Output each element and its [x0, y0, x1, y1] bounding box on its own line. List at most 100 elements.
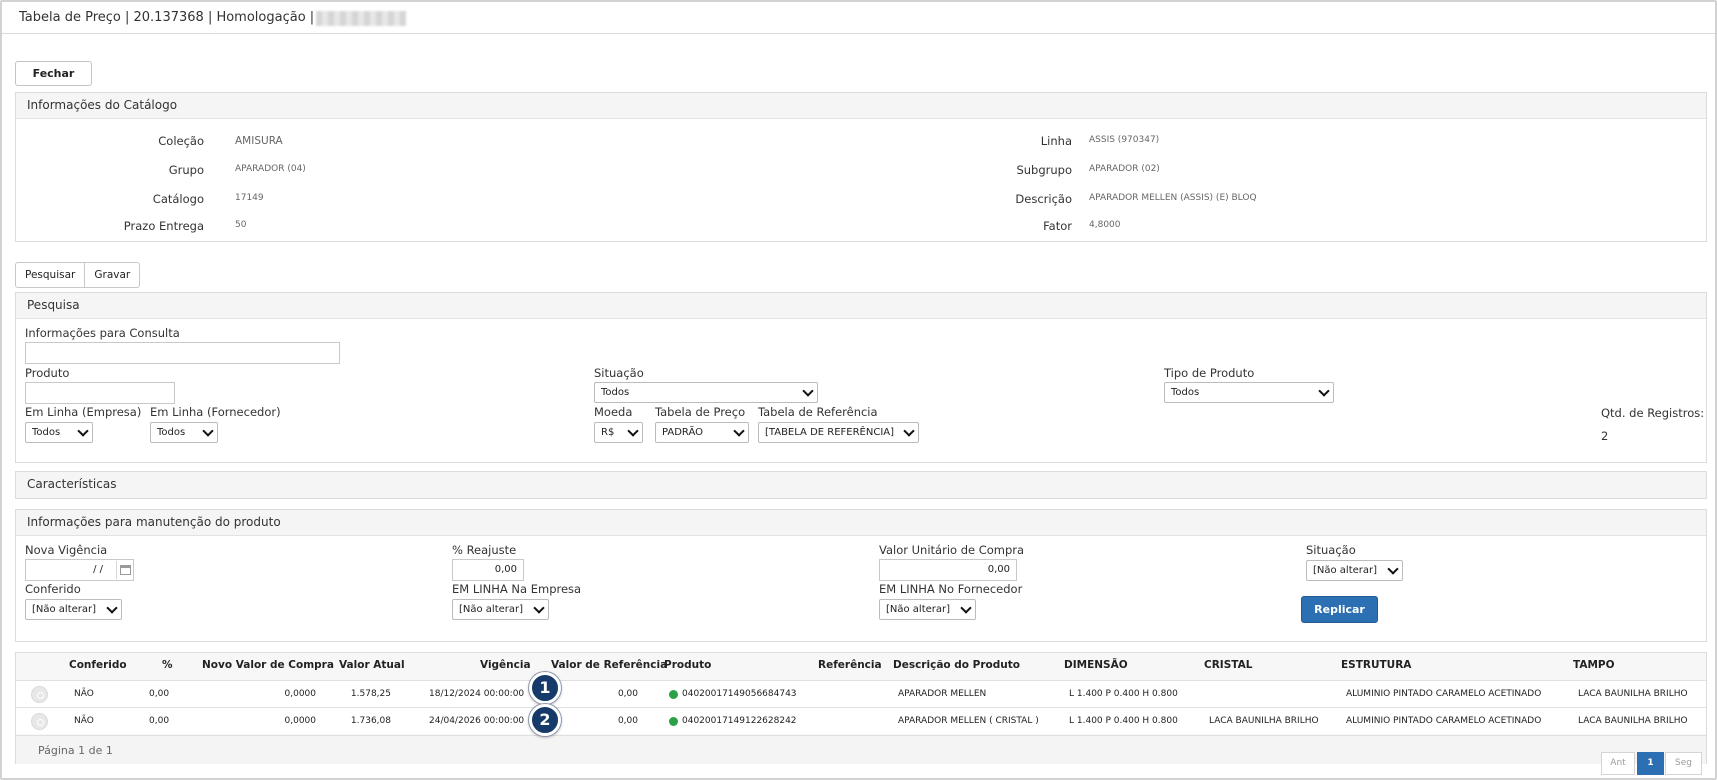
descricao-label: Descrição — [1015, 192, 1072, 206]
cell-novo-valor: 0,0000 — [284, 689, 317, 699]
table-row[interactable]: NÃO 0,00 0,0000 1.736,08 24/04/2026 00:0… — [16, 707, 1706, 734]
replicar-button[interactable]: Replicar — [1301, 596, 1378, 623]
cell-descricao: APARADOR MELLEN ( CRISTAL ) — [898, 716, 1039, 726]
caracteristicas-panel[interactable]: Características — [15, 471, 1707, 499]
pager-current[interactable]: 1 — [1637, 752, 1664, 775]
situacao-manut-label: Situação — [1306, 543, 1356, 557]
catalog-panel: Informações do Catálogo Coleção AMISURA … — [15, 92, 1707, 242]
produto-label: Produto — [25, 366, 70, 380]
cell-tampo: LACA BAUNILHA BRILHO — [1578, 689, 1688, 699]
col-estrutura[interactable]: ESTRUTURA — [1341, 659, 1411, 671]
moeda-label: Moeda — [594, 405, 633, 419]
cell-valor-ref: 0,00 — [617, 716, 638, 726]
moeda-select[interactable]: R$ — [594, 422, 643, 443]
cell-vigencia: 18/12/2024 00:00:00 — [429, 689, 525, 699]
prazo-entrega-label: Prazo Entrega — [123, 219, 204, 233]
cell-dimensao: L 1.400 P 0.400 H 0.800 — [1069, 689, 1178, 699]
caracteristicas-header: Características — [16, 472, 1706, 498]
em-linha-empresa-select[interactable]: Todos — [25, 422, 93, 443]
chevron-down-icon — [802, 385, 814, 397]
search-icon[interactable] — [31, 686, 48, 703]
em-linha-fornecedor-manut-value: [Não alterar] — [886, 604, 951, 615]
chevron-down-icon — [106, 602, 118, 614]
tab-pesquisar[interactable]: Pesquisar — [15, 262, 86, 288]
search-icon[interactable] — [31, 713, 48, 730]
status-dot-icon — [669, 690, 678, 699]
valor-compra-label: Valor Unitário de Compra — [879, 543, 1025, 557]
grid-footer: Página 1 de 1 — [16, 735, 1706, 764]
cell-dimensao: L 1.400 P 0.400 H 0.800 — [1069, 716, 1178, 726]
cell-conferido: NÃO — [74, 689, 94, 699]
table-row[interactable]: NÃO 0,00 0,0000 1.578,25 18/12/2024 00:0… — [16, 680, 1706, 707]
page-info: Página 1 de 1 — [38, 744, 113, 757]
col-valor-referencia[interactable]: Valor de Referência — [551, 659, 667, 671]
em-linha-fornecedor-select[interactable]: Todos — [150, 422, 218, 443]
nova-vigencia-label: Nova Vigência — [25, 543, 108, 557]
col-dimensao[interactable]: DIMENSÃO — [1064, 659, 1128, 671]
em-linha-fornecedor-manut-select[interactable]: [Não alterar] — [879, 599, 976, 620]
chevron-down-icon — [733, 425, 745, 437]
col-produto[interactable]: Produto — [664, 659, 711, 671]
tipo-produto-select[interactable]: Todos — [1164, 382, 1334, 403]
reajuste-input[interactable]: 0,00 — [452, 559, 524, 581]
annotation-badge-2: 2 — [529, 704, 561, 736]
tabela-referencia-label: Tabela de Referência — [758, 405, 878, 419]
situacao-manut-select[interactable]: [Não alterar] — [1306, 560, 1403, 581]
em-linha-empresa-manut-value: [Não alterar] — [459, 604, 524, 615]
produto-input[interactable] — [25, 382, 175, 404]
em-linha-empresa-manut-select[interactable]: [Não alterar] — [452, 599, 549, 620]
cell-pct: 0,00 — [149, 689, 170, 699]
em-linha-empresa-label: Em Linha (Empresa) — [25, 405, 142, 419]
cell-produto: 04020017149122628242 — [682, 716, 797, 726]
close-button[interactable]: Fechar — [15, 61, 92, 86]
tipo-produto-select-value: Todos — [1171, 387, 1200, 398]
tabela-preco-select[interactable]: PADRÃO — [655, 422, 749, 443]
tab-gravar[interactable]: Gravar — [85, 262, 141, 288]
col-valor-atual[interactable]: Valor Atual — [339, 659, 405, 671]
colecao-value: AMISURA — [235, 135, 283, 147]
linha-value: ASSIS (970347) — [1089, 135, 1160, 145]
conferido-select[interactable]: [Não alterar] — [25, 599, 122, 620]
situacao-manut-value: [Não alterar] — [1313, 565, 1378, 576]
subgrupo-label: Subgrupo — [1016, 163, 1072, 177]
chevron-down-icon — [202, 425, 214, 437]
em-linha-fornecedor-manut-label: EM LINHA No Fornecedor — [879, 582, 1023, 596]
valor-compra-input[interactable]: 0,00 — [879, 559, 1017, 581]
col-descricao[interactable]: Descrição do Produto — [893, 659, 1020, 671]
col-cristal[interactable]: CRISTAL — [1204, 659, 1252, 671]
situacao-label: Situação — [594, 366, 644, 380]
chevron-down-icon — [903, 425, 915, 437]
col-pct[interactable]: % — [162, 659, 173, 671]
em-linha-fornecedor-label: Em Linha (Fornecedor) — [150, 405, 281, 419]
situacao-select[interactable]: Todos — [594, 382, 818, 403]
results-grid: Conferido % Novo Valor de Compra Valor A… — [15, 652, 1707, 764]
em-linha-empresa-manut-label: EM LINHA Na Empresa — [452, 582, 582, 596]
info-consulta-input[interactable] — [25, 342, 340, 364]
colecao-label: Coleção — [158, 134, 204, 148]
cell-vigencia: 24/04/2026 00:00:00 — [429, 716, 525, 726]
window-title: Tabela de Preço | 20.137368 | Homologaçã… — [19, 10, 315, 25]
pager-next[interactable]: Seg — [1665, 752, 1702, 775]
moeda-value: R$ — [601, 427, 615, 438]
action-tabs: Pesquisar Gravar — [15, 262, 141, 288]
catalog-panel-header: Informações do Catálogo — [16, 93, 1706, 119]
fator-label: Fator — [1043, 219, 1072, 233]
maintenance-panel: Informações para manutenção do produto N… — [15, 509, 1707, 642]
maintenance-header: Informações para manutenção do produto — [16, 510, 1706, 536]
calendar-button[interactable] — [116, 561, 134, 579]
cell-tampo: LACA BAUNILHA BRILHO — [1578, 716, 1688, 726]
col-vigencia[interactable]: Vigência — [480, 659, 531, 671]
reajuste-label: % Reajuste — [452, 543, 517, 557]
subgrupo-value: APARADOR (02) — [1089, 164, 1160, 174]
col-tampo[interactable]: TAMPO — [1573, 659, 1615, 671]
catalogo-label: Catálogo — [152, 192, 204, 206]
chevron-down-icon — [533, 602, 545, 614]
col-referencia[interactable]: Referência — [818, 659, 882, 671]
pager-prev[interactable]: Ant — [1601, 752, 1635, 775]
cell-produto: 04020017149056684743 — [682, 689, 797, 699]
conferido-label: Conferido — [25, 582, 81, 596]
tabela-referencia-select[interactable]: [TABELA DE REFERÊNCIA] — [758, 422, 919, 443]
qtd-registros-value: 2 — [1601, 429, 1609, 443]
col-conferido[interactable]: Conferido — [69, 659, 127, 671]
col-novo-valor[interactable]: Novo Valor de Compra — [202, 659, 334, 671]
